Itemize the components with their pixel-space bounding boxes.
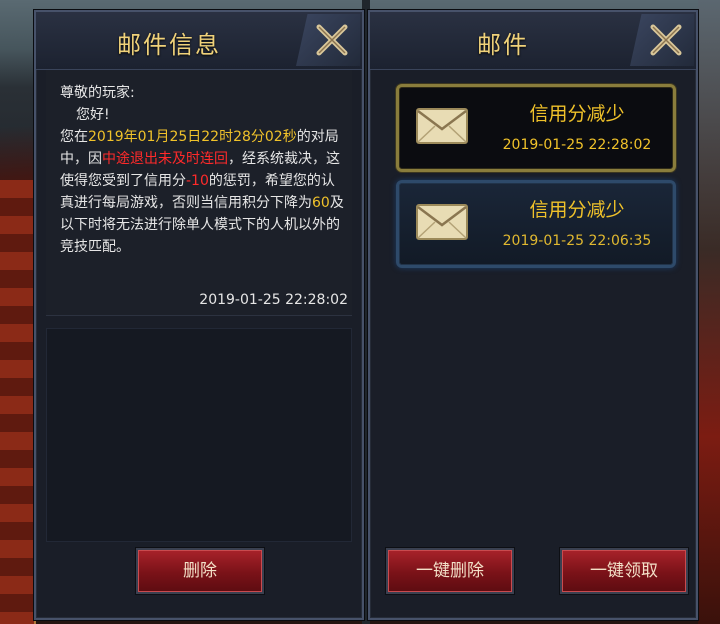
mail-detail-body: 尊敬的玩家: 您好! 您在2019年01月25日22时28分02秒的对局中，因中… [46, 70, 352, 618]
claim-all-button[interactable]: 一键领取 [560, 548, 688, 594]
message-box: 尊敬的玩家: 您好! 您在2019年01月25日22时28分02秒的对局中，因中… [46, 70, 352, 316]
mail-detail-title: 邮件信息 [117, 31, 221, 59]
mail-list-header: 邮件 [370, 12, 696, 70]
message-part: 您在 [60, 129, 88, 145]
message-hello: 您好! [76, 107, 110, 123]
mail-time: 2019-01-25 22:06:35 [502, 233, 652, 249]
envelope-icon [416, 204, 468, 240]
close-icon [650, 24, 682, 56]
delete-button[interactable]: 删除 [136, 548, 264, 594]
mail-list-panel: 邮件 信用分减少 2019-01-25 22:28:02 信用分减少 2019-… [368, 10, 698, 620]
mail-title: 信用分减少 [529, 103, 625, 125]
mail-list-title: 邮件 [477, 31, 529, 59]
message-reason-highlight: 中途退出未及时连回 [102, 151, 228, 167]
mail-list-body: 信用分减少 2019-01-25 22:28:02 信用分减少 2019-01-… [380, 70, 688, 618]
mail-time: 2019-01-25 22:28:02 [502, 137, 652, 153]
message-threshold-highlight: 60 [312, 195, 330, 211]
attachment-area [46, 328, 352, 542]
mail-detail-close-button[interactable] [296, 14, 360, 66]
message-paragraph: 您在2019年01月25日22时28分02秒的对局中，因中途退出未及时连回，经系… [60, 126, 348, 258]
mail-detail-panel: 邮件信息 尊敬的玩家: 您好! 您在2019年01月25日22时28分02秒的对… [34, 10, 364, 620]
mail-list-close-button[interactable] [630, 14, 694, 66]
mail-title: 信用分减少 [529, 199, 625, 221]
mail-detail-header: 邮件信息 [36, 12, 362, 70]
mail-list-item[interactable]: 信用分减少 2019-01-25 22:28:02 [396, 84, 676, 172]
mail-list-item[interactable]: 信用分减少 2019-01-25 22:06:35 [396, 180, 676, 268]
envelope-icon [416, 108, 468, 144]
message-penalty-highlight: -10 [186, 173, 209, 189]
message-date: 2019-01-25 22:28:02 [199, 292, 348, 308]
message-text: 尊敬的玩家: 您好! 您在2019年01月25日22时28分02秒的对局中，因中… [60, 82, 348, 258]
message-greeting: 尊敬的玩家: [60, 85, 135, 101]
background-decoration-right [698, 0, 720, 624]
delete-all-button[interactable]: 一键删除 [386, 548, 514, 594]
close-icon [316, 24, 348, 56]
background-decoration-left [0, 180, 36, 624]
message-time-highlight: 2019年01月25日22时28分02秒 [88, 129, 297, 145]
